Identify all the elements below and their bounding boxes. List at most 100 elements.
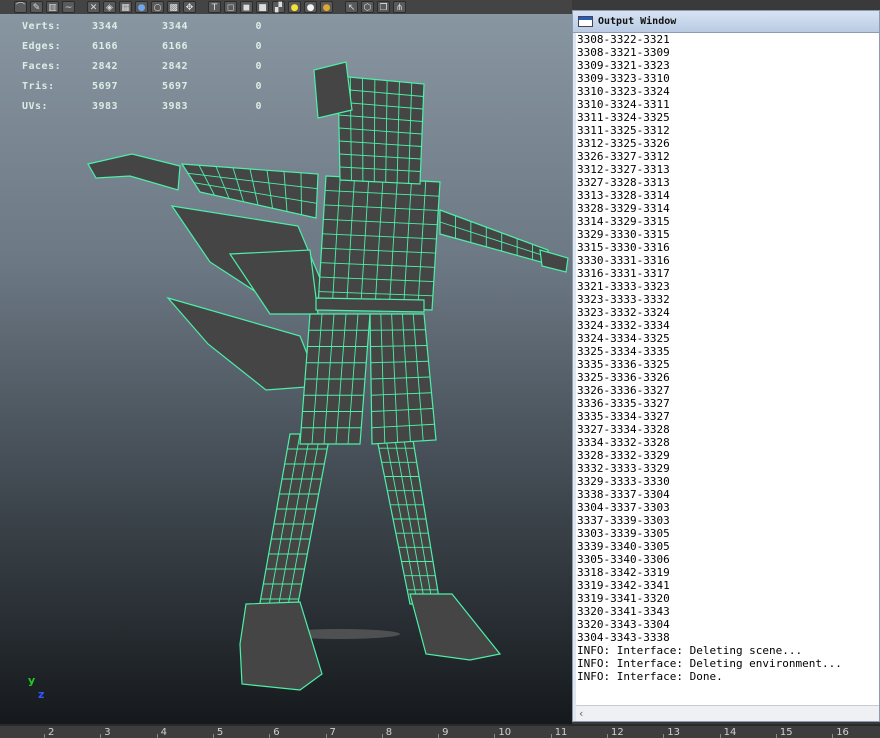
log-line: 3323-3332-3324 bbox=[577, 306, 670, 319]
text-icon[interactable]: T bbox=[208, 1, 221, 13]
log-line: 3338-3337-3304 bbox=[577, 488, 670, 501]
output-window[interactable]: Output Window 3308-3322-3321 3308-3321-33… bbox=[572, 10, 880, 722]
wireframe-icon[interactable]: ◈ bbox=[103, 1, 116, 13]
log-line: 3311-3324-3325 bbox=[577, 111, 670, 124]
horizontal-scrollbar[interactable]: ‹ bbox=[576, 705, 879, 721]
layers-icon[interactable]: ❐ bbox=[377, 1, 390, 13]
log-line: 3328-3332-3329 bbox=[577, 449, 670, 462]
timeline-label: 6 bbox=[273, 727, 280, 738]
hud-label: Edges: bbox=[22, 40, 62, 52]
timeline-label: 7 bbox=[329, 727, 336, 738]
timeline-label: 3 bbox=[104, 727, 111, 738]
log-line: 3319-3342-3341 bbox=[577, 579, 670, 592]
timeline-tick bbox=[44, 734, 45, 738]
hud-row: Tris: 5697 5697 0 bbox=[22, 76, 262, 96]
light-orange-icon[interactable]: ● bbox=[320, 1, 333, 13]
log-line: 3320-3343-3304 bbox=[577, 618, 670, 631]
log-line: 3310-3323-3324 bbox=[577, 85, 670, 98]
log-line: 3336-3335-3327 bbox=[577, 397, 670, 410]
film-icon[interactable]: ▥ bbox=[46, 1, 59, 13]
timeline-tick bbox=[719, 734, 721, 738]
timeline-label: 5 bbox=[216, 727, 224, 738]
hud-value: 2842 bbox=[162, 60, 189, 72]
hud-value: 2842 bbox=[92, 60, 119, 72]
log-line: INFO: Interface: Done. bbox=[577, 670, 723, 683]
output-log[interactable]: 3308-3322-3321 3308-3321-3309 3309-3321-33… bbox=[576, 33, 879, 705]
belt[interactable] bbox=[315, 297, 425, 313]
torso[interactable] bbox=[317, 175, 441, 311]
timeline-tick bbox=[832, 734, 834, 738]
timeline-tick bbox=[775, 734, 777, 738]
log-line: 3324-3332-3334 bbox=[577, 319, 670, 332]
sphere-flat-icon[interactable]: ○ bbox=[151, 1, 164, 13]
light-white-icon[interactable]: ● bbox=[304, 1, 317, 13]
hud-row: Faces: 2842 2842 0 bbox=[22, 56, 262, 76]
light-yellow-icon[interactable]: ● bbox=[288, 1, 301, 13]
log-line: 3325-3334-3335 bbox=[577, 345, 670, 358]
log-line: 3312-3325-3326 bbox=[577, 137, 670, 150]
log-line: 3308-3321-3309 bbox=[577, 46, 670, 59]
log-line: 3316-3331-3317 bbox=[577, 267, 670, 280]
timeline-label: 16 bbox=[836, 727, 849, 738]
output-window-titlebar[interactable]: Output Window bbox=[573, 11, 879, 33]
shorts-left[interactable] bbox=[299, 313, 371, 445]
timeline-tick bbox=[550, 734, 552, 738]
lasso-icon[interactable]: ⌒ bbox=[14, 1, 27, 13]
right-arm[interactable] bbox=[439, 209, 549, 265]
timeline-tick bbox=[212, 734, 214, 738]
cube-solid-icon[interactable]: ■ bbox=[256, 1, 269, 13]
hud-value: 0 bbox=[255, 60, 262, 72]
shorts-right[interactable] bbox=[369, 313, 437, 445]
timeline-ruler[interactable]: 2 3 4 5 6 7 8 9 10 11 12 13 14 15 16 bbox=[0, 724, 880, 738]
log-line: 3325-3336-3326 bbox=[577, 371, 670, 384]
hud-value: 0 bbox=[255, 80, 262, 92]
3d-viewport[interactable]: Verts: 3344 3344 0 Edges: 6166 6166 0 Faces: 2842… bbox=[0, 14, 572, 724]
log-line: 3303-3339-3305 bbox=[577, 527, 670, 540]
hair-bun[interactable] bbox=[313, 61, 353, 119]
hud-value: 6166 bbox=[92, 40, 119, 52]
timeline-label: 9 bbox=[442, 727, 449, 738]
hud-value: 0 bbox=[255, 100, 262, 112]
box-icon[interactable]: ⬡ bbox=[361, 1, 374, 13]
timeline-label: 13 bbox=[667, 727, 681, 738]
left-boot[interactable] bbox=[239, 601, 323, 691]
right-leg[interactable] bbox=[375, 433, 441, 605]
curve-icon[interactable]: ~ bbox=[62, 1, 75, 13]
timeline-label: 12 bbox=[611, 727, 624, 738]
log-line: 3324-3334-3325 bbox=[577, 332, 670, 345]
move-tool-icon[interactable]: ✥ bbox=[183, 1, 196, 13]
sphere-shaded-icon[interactable]: ● bbox=[135, 1, 148, 13]
cube-selected-icon[interactable]: ◼ bbox=[240, 1, 253, 13]
log-line: 3330-3331-3316 bbox=[577, 254, 670, 267]
checker-icon[interactable]: ▩ bbox=[167, 1, 180, 13]
log-line: 3312-3327-3313 bbox=[577, 163, 670, 176]
cube-icon[interactable]: ◻ bbox=[224, 1, 237, 13]
hud-row: UVs: 3983 3983 0 bbox=[22, 96, 262, 116]
right-boot[interactable] bbox=[409, 593, 502, 661]
hud-row: Edges: 6166 6166 0 bbox=[22, 36, 262, 56]
timeline-tick bbox=[381, 734, 383, 738]
hud-value: 3983 bbox=[92, 100, 119, 112]
right-hand[interactable] bbox=[539, 249, 569, 273]
output-window-title: Output Window bbox=[598, 16, 677, 27]
log-line: 3309-3321-3323 bbox=[577, 59, 670, 72]
character-model-wireframe[interactable] bbox=[0, 14, 572, 724]
paint-icon[interactable]: ✎ bbox=[30, 1, 43, 13]
log-line: 3321-3333-3323 bbox=[577, 280, 670, 293]
select-icon[interactable]: ↖ bbox=[345, 1, 358, 13]
share-icon[interactable]: ⋔ bbox=[393, 1, 406, 13]
checkerboard-icon[interactable]: ▞ bbox=[272, 1, 285, 13]
hud-value: 5697 bbox=[162, 80, 189, 92]
grid-icon[interactable]: ▦ bbox=[119, 1, 132, 13]
xray-icon[interactable]: ✕ bbox=[87, 1, 100, 13]
head[interactable] bbox=[337, 75, 425, 185]
hud-label: UVs: bbox=[22, 100, 49, 112]
log-line: 3315-3330-3316 bbox=[577, 241, 670, 254]
hud-value: 3983 bbox=[162, 100, 189, 112]
log-line: 3323-3333-3332 bbox=[577, 293, 670, 306]
left-hand[interactable] bbox=[87, 153, 181, 191]
scroll-left-icon[interactable]: ‹ bbox=[579, 707, 583, 720]
left-arm[interactable] bbox=[180, 163, 319, 219]
left-leg[interactable] bbox=[257, 433, 331, 615]
window-icon bbox=[578, 16, 593, 27]
